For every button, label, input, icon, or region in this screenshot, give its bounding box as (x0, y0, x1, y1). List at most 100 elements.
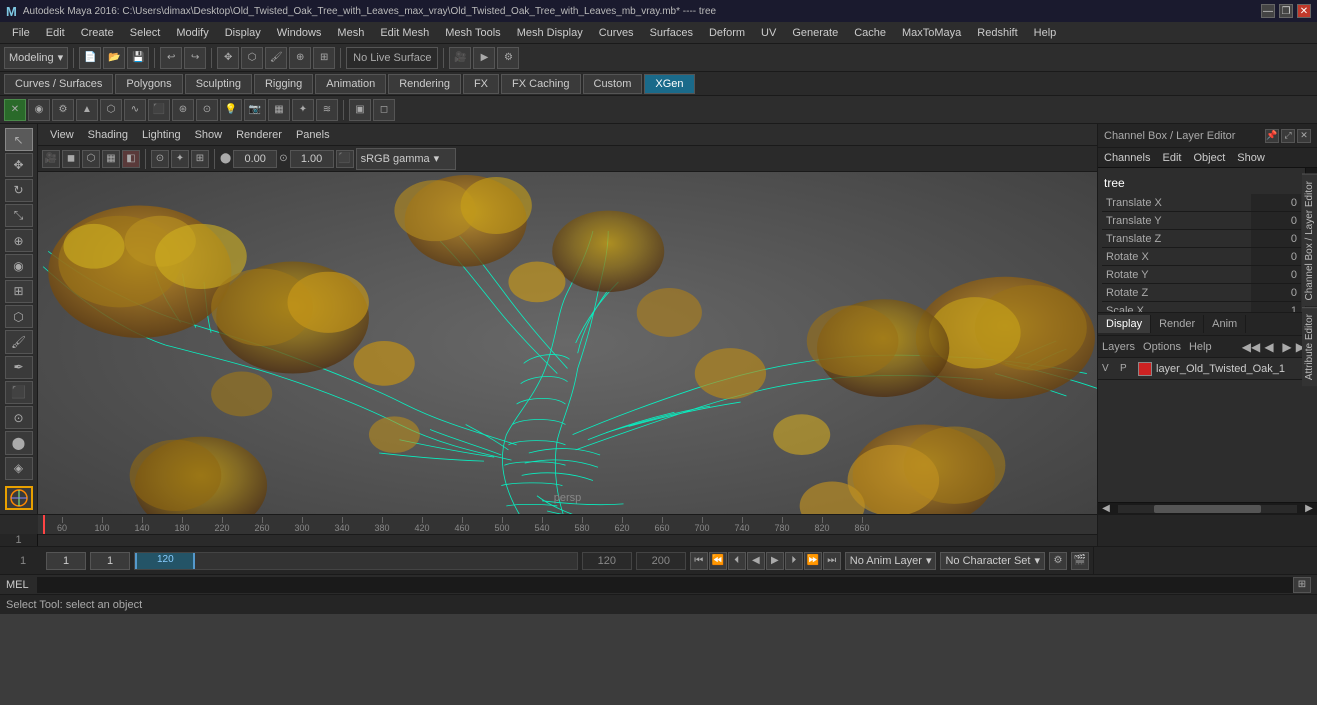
attribute-editor-vert-tab[interactable]: Attribute Editor (1302, 307, 1317, 386)
artisan-tool[interactable]: ✒ (5, 356, 33, 379)
menu-create[interactable]: Create (73, 25, 122, 41)
layer-tab-render[interactable]: Render (1151, 315, 1204, 333)
vp-menu-show[interactable]: Show (189, 127, 229, 143)
vp-menu-panels[interactable]: Panels (290, 127, 336, 143)
transport-play-back[interactable]: ◀ (747, 552, 765, 570)
channel-box-expand[interactable]: ⤢ (1281, 129, 1295, 143)
annotation-tool[interactable]: ◈ (5, 457, 33, 480)
cam-btn2[interactable]: 📷 (244, 99, 266, 121)
layer-left-btn[interactable]: ◀ (1261, 339, 1277, 355)
template-wire-button[interactable]: ◉ (28, 99, 50, 121)
layer-right-btn[interactable]: ▶ (1279, 339, 1295, 355)
menu-maxtomaya[interactable]: MaxToMaya (894, 25, 969, 41)
rotate-z-value[interactable]: 0 (1251, 284, 1301, 301)
tab-curves-surfaces[interactable]: Curves / Surfaces (4, 74, 113, 94)
options-menu[interactable]: Options (1143, 341, 1187, 353)
restore-button[interactable]: ❐ (1279, 4, 1293, 18)
xgen-icon[interactable]: ✕ (4, 99, 26, 121)
timeline-ruler-area[interactable]: 60 100 140 180 220 260 300 340 380 420 4… (38, 515, 1097, 546)
lasso-select-button[interactable]: ⬡ (241, 47, 263, 69)
range-end-input[interactable]: 120 (582, 552, 632, 570)
vp-wireframe-btn[interactable]: ⬡ (82, 150, 100, 168)
minimize-button[interactable]: — (1261, 4, 1275, 18)
vp-isolate-btn[interactable]: ⊙ (151, 150, 169, 168)
playback-range-slider[interactable]: 120 (134, 552, 578, 570)
snap-together[interactable]: ⊙ (5, 406, 33, 429)
vp-shaded-btn[interactable]: ◧ (122, 150, 140, 168)
viewport-canvas[interactable]: persp (38, 172, 1097, 514)
menu-mesh-tools[interactable]: Mesh Tools (437, 25, 508, 41)
transport-next-frame[interactable]: ⏵ (785, 552, 803, 570)
texture-btn[interactable]: ▦ (268, 99, 290, 121)
vp-value2[interactable]: 1.00 (290, 150, 334, 168)
origin-indicator[interactable] (5, 486, 33, 510)
ch-menu-edit[interactable]: Edit (1156, 151, 1187, 165)
tab-fx[interactable]: FX (463, 74, 499, 94)
select-tool-button[interactable]: ✥ (217, 47, 239, 69)
menu-surfaces[interactable]: Surfaces (642, 25, 701, 41)
vp-textured-btn[interactable]: ▦ (102, 150, 120, 168)
menu-deform[interactable]: Deform (701, 25, 753, 41)
tab-rendering[interactable]: Rendering (388, 74, 461, 94)
menu-curves[interactable]: Curves (591, 25, 642, 41)
translate-x-value[interactable]: 0 (1251, 194, 1301, 211)
range-start-handle[interactable] (135, 553, 137, 569)
measure-tool[interactable]: ⬤ (5, 431, 33, 454)
timeline-playhead[interactable] (43, 515, 45, 534)
vp-value1[interactable]: 0.00 (233, 150, 277, 168)
light-btn[interactable]: 💡 (220, 99, 242, 121)
move-tool[interactable]: ✥ (5, 153, 33, 176)
tab-polygons[interactable]: Polygons (115, 74, 182, 94)
menu-mesh-display[interactable]: Mesh Display (509, 25, 591, 41)
particles-btn[interactable]: ✦ (292, 99, 314, 121)
object-display-button[interactable]: ⚙ (52, 99, 74, 121)
char-set-settings[interactable]: ⚙ (1049, 552, 1067, 570)
transport-skip-end[interactable]: ⏭ (823, 552, 841, 570)
transport-play-fwd[interactable]: ▶ (766, 552, 784, 570)
vp-color-btn[interactable]: ⬛ (336, 150, 354, 168)
char-set-anim[interactable]: 🎬 (1071, 552, 1089, 570)
menu-cache[interactable]: Cache (846, 25, 894, 41)
help-menu[interactable]: Help (1189, 341, 1212, 353)
no-anim-layer-dropdown[interactable]: No Anim Layer ▾ (845, 552, 937, 570)
translate-y-value[interactable]: 0 (1251, 212, 1301, 229)
layer-color-swatch[interactable] (1138, 362, 1152, 376)
tab-sculpting[interactable]: Sculpting (185, 74, 252, 94)
translate-z-value[interactable]: 0 (1251, 230, 1301, 247)
layer-scroll-left[interactable]: ◀ (1098, 501, 1114, 515)
menu-file[interactable]: File (4, 25, 38, 41)
transport-skip-start[interactable]: ⏮ (690, 552, 708, 570)
channel-box-pin[interactable]: 📌 (1265, 129, 1279, 143)
snap-button[interactable]: ⊕ (289, 47, 311, 69)
paint-select-button[interactable]: 🖌 (265, 47, 287, 69)
ipr-button[interactable]: ⚙ (497, 47, 519, 69)
menu-mesh[interactable]: Mesh (329, 25, 372, 41)
lasso-tool2[interactable]: ⬡ (5, 305, 33, 328)
layer-prev-btn[interactable]: ◀◀ (1243, 339, 1259, 355)
redo-button[interactable]: ↪ (184, 47, 206, 69)
menu-edit[interactable]: Edit (38, 25, 73, 41)
camera-button[interactable]: 🎥 (449, 47, 471, 69)
tab-custom[interactable]: Custom (583, 74, 643, 94)
menu-select[interactable]: Select (122, 25, 169, 41)
soft-modification[interactable]: ◉ (5, 254, 33, 277)
menu-redshift[interactable]: Redshift (969, 25, 1025, 41)
menu-windows[interactable]: Windows (269, 25, 330, 41)
vp-display-btn[interactable]: ◼ (62, 150, 80, 168)
new-file-button[interactable]: 📄 (79, 47, 101, 69)
polygon-button[interactable]: ▲ (76, 99, 98, 121)
tab-rigging[interactable]: Rigging (254, 74, 313, 94)
frame-start-input[interactable]: 1 (46, 552, 86, 570)
vp-menu-renderer[interactable]: Renderer (230, 127, 288, 143)
rotate-tool[interactable]: ↻ (5, 179, 33, 202)
menu-edit-mesh[interactable]: Edit Mesh (372, 25, 437, 41)
tab-fx-caching[interactable]: FX Caching (501, 74, 580, 94)
layer-playback-toggle[interactable]: P (1120, 363, 1134, 374)
vp-grid-btn[interactable]: ⊞ (191, 150, 209, 168)
select-tool[interactable]: ↖ (5, 128, 33, 151)
range-end-handle[interactable] (193, 553, 195, 569)
channel-box-vert-tab[interactable]: Channel Box / Layer Editor (1302, 174, 1317, 307)
universal-manipulator[interactable]: ⊕ (5, 229, 33, 252)
show-manipulator[interactable]: ⊞ (5, 280, 33, 303)
render-button[interactable]: ▶ (473, 47, 495, 69)
